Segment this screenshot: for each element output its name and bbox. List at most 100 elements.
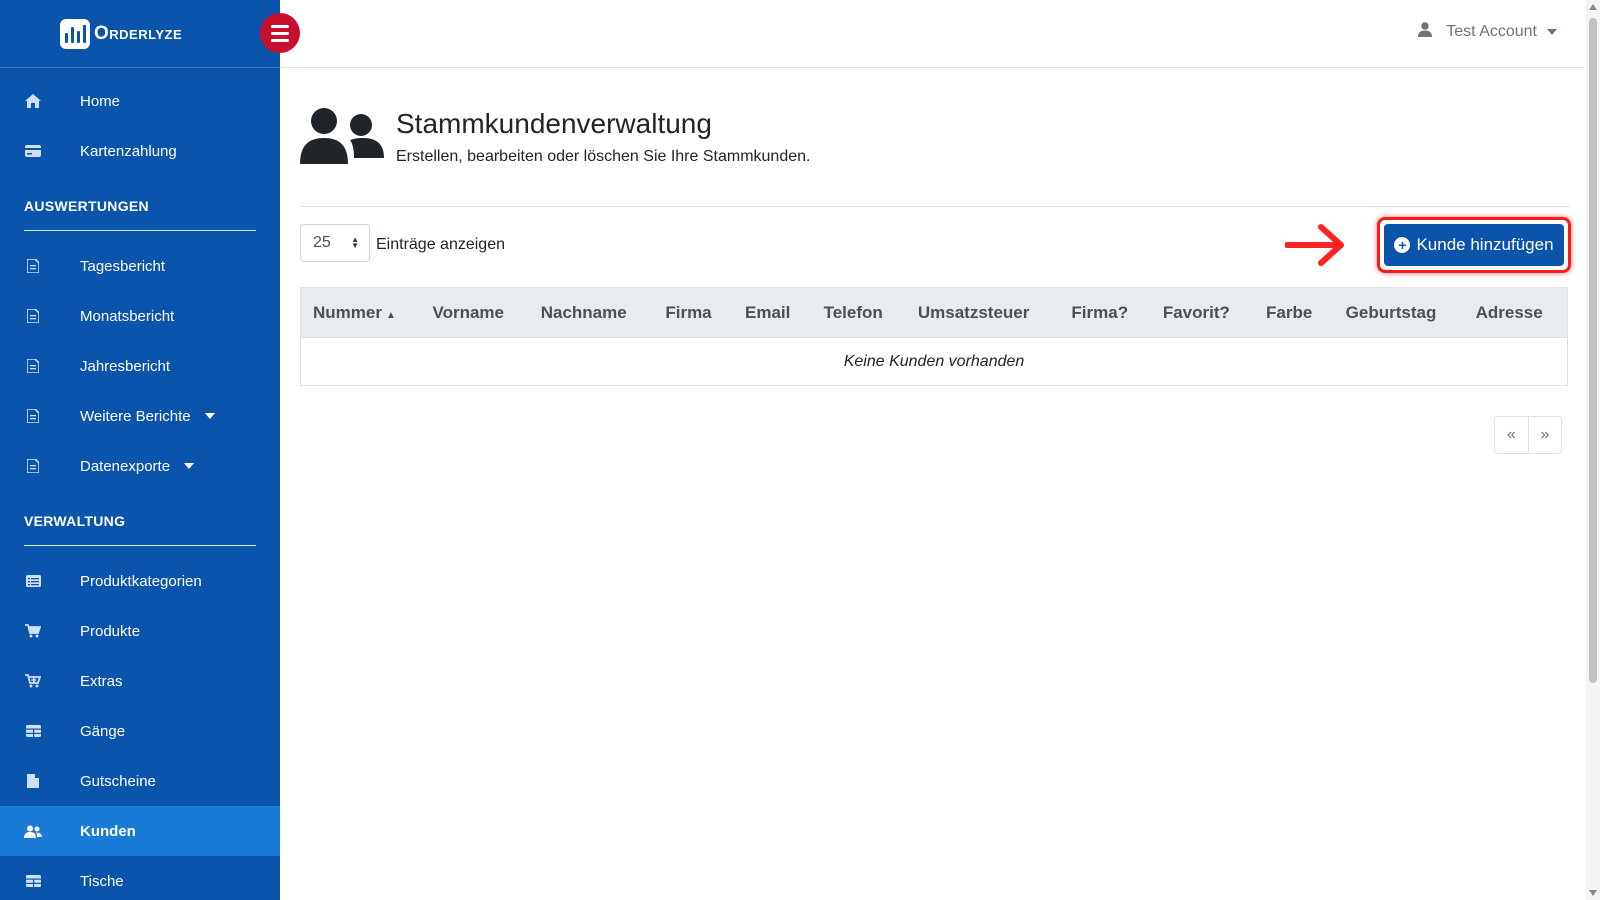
- sidebar-item-gutscheine[interactable]: Gutscheine: [0, 756, 280, 806]
- account-menu[interactable]: Test Account: [1418, 22, 1557, 42]
- cart-plus-icon: [24, 673, 42, 689]
- sidebar-item-home[interactable]: Home: [0, 76, 280, 126]
- sidebar-item-label: Kartenzahlung: [80, 142, 177, 160]
- sidebar-toggle-button[interactable]: [260, 13, 300, 53]
- table-icon: [24, 723, 42, 739]
- document-icon: [24, 358, 42, 374]
- column-header-nummer[interactable]: Nummer ▲: [301, 288, 421, 338]
- column-header-umsatzsteuer[interactable]: Umsatzsteuer: [906, 288, 1060, 338]
- column-label: Nummer: [313, 302, 382, 322]
- entries-control: 25 ▲ ▼ Einträge anzeigen: [300, 224, 505, 262]
- brand[interactable]: Orderlyze: [0, 0, 280, 68]
- sidebar-item-label: Weitere Berichte: [80, 407, 191, 425]
- document-icon: [24, 408, 42, 424]
- page-title: Stammkundenverwaltung: [396, 108, 712, 139]
- sidebar-item-label: Datenexporte: [80, 457, 171, 475]
- add-customer-label: Kunde hinzufügen: [1416, 235, 1554, 254]
- section-divider: [24, 230, 256, 231]
- section-verwaltung: VERWALTUNG: [0, 513, 280, 546]
- sidebar-item-kunden[interactable]: Kunden: [0, 806, 280, 856]
- column-header-email[interactable]: Email: [733, 288, 812, 338]
- brand-name: Orderlyze: [94, 22, 183, 44]
- account-name: Test Account: [1446, 23, 1537, 40]
- chevron-down-icon: [1547, 29, 1557, 35]
- sidebar-item-label: Gänge: [80, 722, 126, 740]
- section-title: VERWALTUNG: [24, 513, 126, 529]
- sidebar-item-label: Gutscheine: [80, 772, 156, 790]
- sidebar-item-kartenzahlung[interactable]: Kartenzahlung: [0, 126, 280, 176]
- users-icon: [24, 823, 42, 839]
- sidebar-item-monatsbericht[interactable]: Monatsbericht: [0, 291, 280, 341]
- entries-label: Einträge anzeigen: [376, 236, 505, 253]
- sidebar-item-label: Jahresbericht: [80, 357, 171, 375]
- sidebar-item-label: Tagesbericht: [80, 257, 166, 275]
- sidebar-item-label: Tische: [80, 872, 124, 890]
- page-header: Stammkundenverwaltung Erstellen, bearbei…: [300, 106, 1570, 166]
- table-icon: [24, 873, 42, 889]
- list-icon: [24, 573, 42, 589]
- chevron-down-icon: [204, 413, 215, 419]
- document-icon: [24, 308, 42, 324]
- scrollbar-thumb[interactable]: [1589, 18, 1597, 683]
- topbar: Test Account: [280, 0, 1585, 68]
- column-header-firma-flag[interactable]: Firma?: [1059, 288, 1150, 338]
- empty-table-message: Keine Kunden vorhanden: [300, 337, 1568, 386]
- document-icon: [24, 258, 42, 274]
- pagination: « »: [1494, 416, 1562, 454]
- credit-card-icon: [24, 143, 42, 159]
- scroll-down-icon[interactable]: [1589, 890, 1597, 896]
- sidebar-item-label: Produktkategorien: [80, 572, 202, 590]
- scroll-up-icon[interactable]: [1589, 4, 1597, 10]
- sidebar-item-datenexporte[interactable]: Datenexporte: [0, 441, 280, 491]
- table-header-row: Nummer ▲ Vorname Nachname Firma Email Tel…: [300, 287, 1568, 338]
- add-customer-button[interactable]: + Kunde hinzufügen: [1384, 224, 1564, 266]
- column-header-nachname[interactable]: Nachname: [529, 288, 654, 338]
- file-icon: [24, 773, 42, 789]
- table-controls: 25 ▲ ▼ Einträge anzeigen + Kunde hinzufüg…: [300, 207, 1571, 287]
- sidebar-item-tagesbericht[interactable]: Tagesbericht: [0, 241, 280, 291]
- sidebar-item-weitere-berichte[interactable]: Weitere Berichte: [0, 391, 280, 441]
- sidebar-item-label: Home: [80, 92, 121, 110]
- customers-table: Nummer ▲ Vorname Nachname Firma Email Tel…: [300, 287, 1568, 386]
- page-scrollbar[interactable]: [1586, 0, 1600, 900]
- home-icon: [24, 93, 42, 109]
- column-header-telefon[interactable]: Telefon: [812, 288, 906, 338]
- hamburger-icon: [271, 24, 289, 28]
- sidebar-item-produktkategorien[interactable]: Produktkategorien: [0, 556, 280, 606]
- cart-icon: [24, 623, 42, 639]
- column-header-favorit[interactable]: Favorit?: [1151, 288, 1254, 338]
- users-icon: [300, 106, 384, 164]
- sidebar-item-gaenge[interactable]: Gänge: [0, 706, 280, 756]
- pagination-next-button[interactable]: »: [1528, 417, 1561, 453]
- highlight-frame: + Kunde hinzufügen: [1377, 217, 1571, 273]
- user-icon: [1418, 22, 1433, 42]
- sort-asc-icon: ▲: [385, 309, 396, 321]
- hamburger-icon: [271, 31, 289, 35]
- plus-circle-icon: +: [1394, 237, 1411, 253]
- sidebar-item-tische[interactable]: Tische: [0, 856, 280, 900]
- sidebar-item-produkte[interactable]: Produkte: [0, 606, 280, 656]
- pagination-prev-button[interactable]: «: [1495, 417, 1528, 453]
- select-arrows-icon: ▲ ▼: [351, 235, 359, 250]
- column-header-geburtstag[interactable]: Geburtstag: [1334, 288, 1464, 338]
- section-auswertungen: AUSWERTUNGEN: [0, 198, 280, 231]
- page-size-value: 25: [313, 234, 331, 251]
- sidebar-item-jahresbericht[interactable]: Jahresbericht: [0, 341, 280, 391]
- sidebar: Orderlyze Home Kartenzahlung AUSWERTUNGE…: [0, 0, 280, 900]
- column-header-adresse[interactable]: Adresse: [1464, 288, 1568, 338]
- page-subtitle: Erstellen, bearbeiten oder löschen Sie I…: [396, 148, 811, 165]
- sidebar-item-label: Monatsbericht: [80, 307, 175, 325]
- sidebar-item-extras[interactable]: Extras: [0, 656, 280, 706]
- arrow-right-icon: [1285, 224, 1344, 266]
- column-header-farbe[interactable]: Farbe: [1254, 288, 1334, 338]
- document-icon: [24, 458, 42, 474]
- chevron-down-icon: [184, 463, 195, 469]
- orderlyze-logo-icon: [60, 18, 90, 49]
- page-size-select[interactable]: 25 ▲ ▼: [300, 224, 370, 262]
- column-header-firma[interactable]: Firma: [653, 288, 733, 338]
- table-row: Keine Kunden vorhanden: [300, 337, 1568, 386]
- hamburger-icon: [271, 38, 289, 42]
- section-divider: [24, 545, 256, 546]
- column-header-vorname[interactable]: Vorname: [421, 288, 529, 338]
- sidebar-item-label: Kunden: [80, 822, 136, 840]
